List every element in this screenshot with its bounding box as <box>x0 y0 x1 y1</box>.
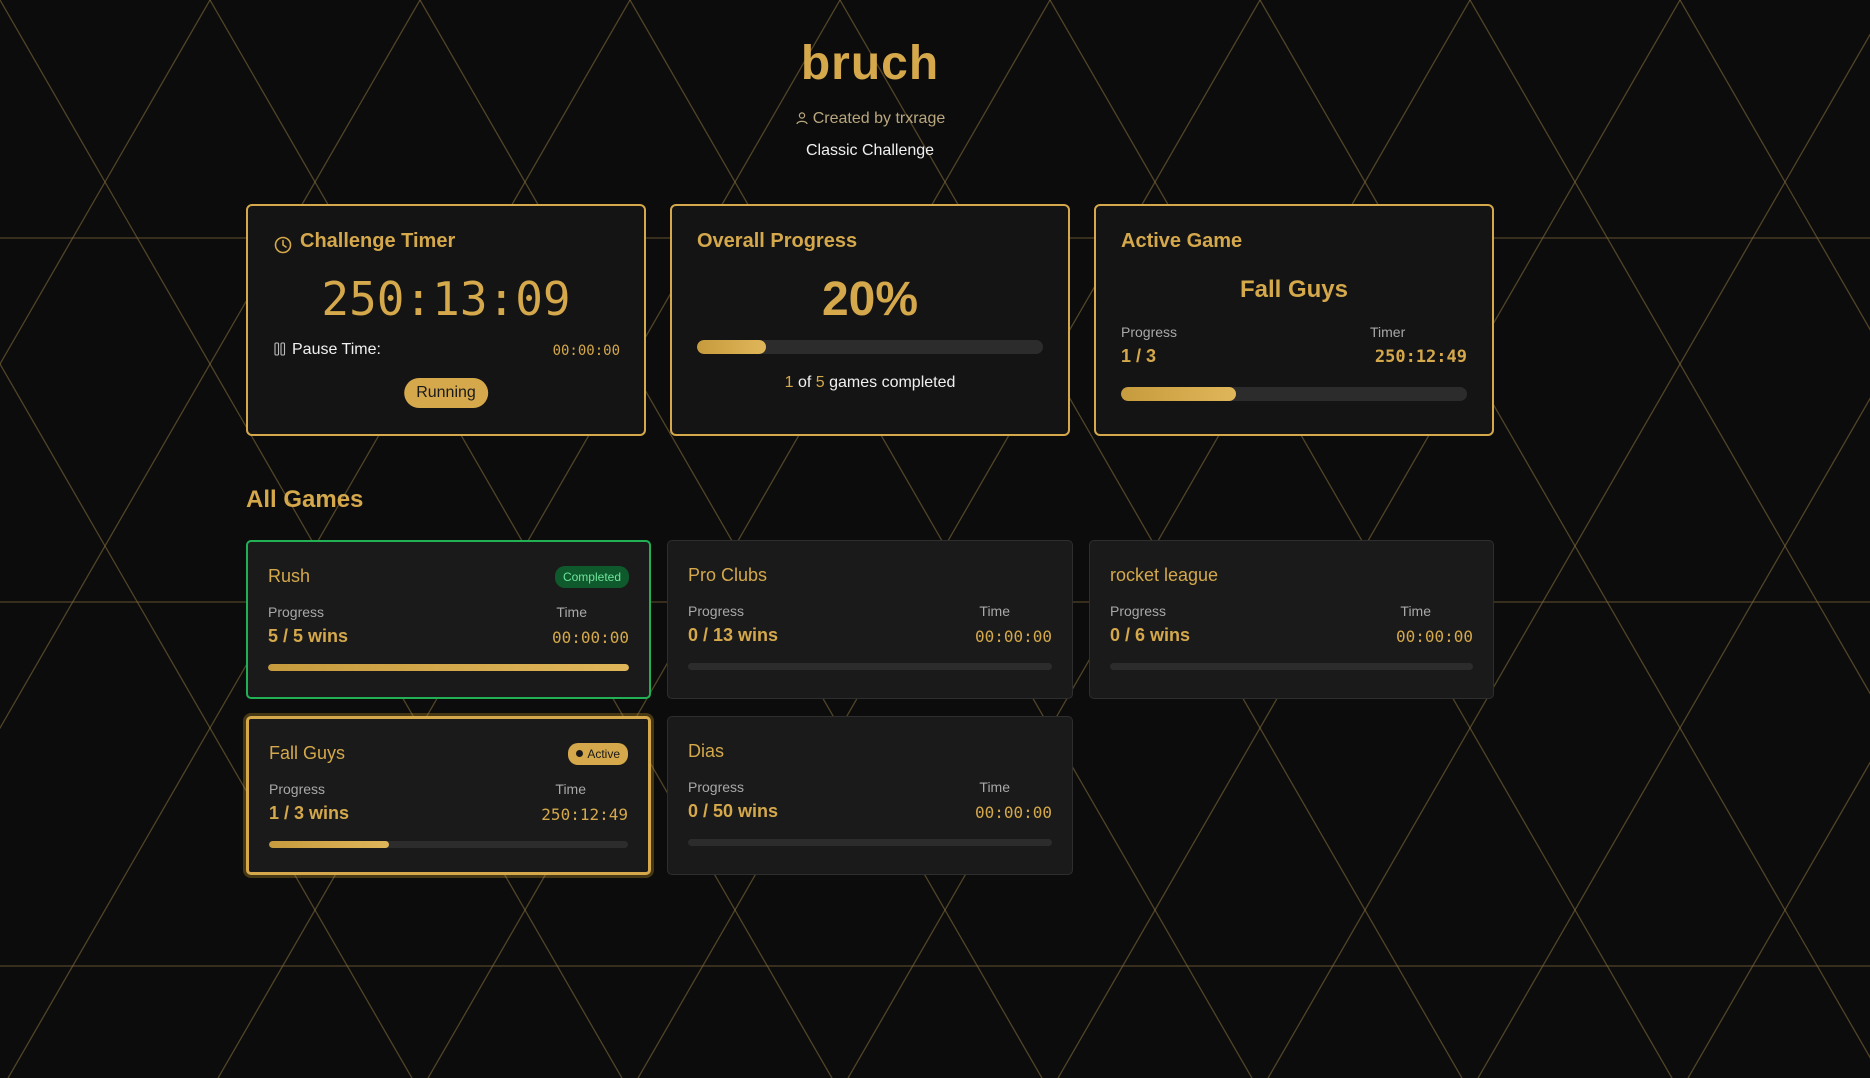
challenge-timer-title: Challenge Timer <box>300 230 456 252</box>
game-card[interactable]: rocket league Progress 0 / 6 wins Time 00:00… <box>1089 540 1494 699</box>
creator-text: Created by trxrage <box>812 110 946 127</box>
overall-progress-fill <box>697 340 767 354</box>
overall-progress-bar <box>697 340 1043 354</box>
active-game-progress-label: Progress <box>1121 324 1178 340</box>
game-time-value: 250:12:49 <box>541 805 628 824</box>
overall-progress-percent: 20% <box>821 273 919 326</box>
all-games-heading: All Games <box>246 486 364 513</box>
game-progress-bar <box>688 663 1052 670</box>
active-game-progress-value: 1 / 3 <box>1121 346 1157 366</box>
game-progress-bar <box>1110 663 1473 670</box>
game-progress-label: Progress <box>688 603 745 619</box>
pause-time-value: 00:00:00 <box>552 343 620 359</box>
game-time-value: 00:00:00 <box>974 627 1052 646</box>
game-progress-value: 0 / 13 wins <box>688 625 779 645</box>
completed-badge: Completed <box>554 566 629 588</box>
active-game-title: Active Game <box>1121 230 1243 252</box>
game-progress-value: 0 / 50 wins <box>688 801 779 821</box>
challenge-timer-value: 250:13:09 <box>321 272 571 326</box>
active-game-card: Active Game Fall Guys Progress 1 / 3 Tim… <box>1094 204 1494 436</box>
overall-progress-title: Overall Progress <box>697 230 858 252</box>
user-icon <box>796 112 808 125</box>
active-game-progress-bar <box>1121 387 1467 401</box>
game-card[interactable]: Dias Progress 0 / 50 wins Time 00:00:00 <box>667 716 1073 875</box>
overall-progress-card: Overall Progress 20% 1 of 5 games comple… <box>670 204 1070 436</box>
active-game-name: Fall Guys <box>1239 276 1349 303</box>
timer-status-button[interactable]: Running <box>404 378 488 408</box>
game-time-label: Time <box>555 781 586 797</box>
game-time-value: 00:00:00 <box>1395 627 1473 646</box>
active-dot-icon <box>576 750 584 757</box>
active-game-timer-value: 250:12:49 <box>1374 347 1467 367</box>
game-progress-fill <box>269 841 389 848</box>
game-name: Pro Clubs <box>688 565 768 585</box>
game-progress-fill <box>268 664 629 671</box>
page-title: bruch <box>800 37 940 90</box>
challenge-timer-card: Challenge Timer 250:13:09 Pause Time: 00… <box>246 204 646 436</box>
game-card[interactable]: Rush Completed Progress 5 / 5 wins Time 00:00… <box>246 540 651 699</box>
game-name: Fall Guys <box>269 743 346 763</box>
game-name: rocket league <box>1110 565 1219 585</box>
game-card[interactable]: Fall Guys Active Progress 1 / 3 wins Time 250… <box>246 716 651 875</box>
active-game-progress-fill <box>1121 387 1237 401</box>
background-pattern <box>0 0 1870 1078</box>
game-time-value: 00:00:00 <box>551 628 629 647</box>
game-time-label: Time <box>556 604 587 620</box>
games-completed-count: 1 <box>784 374 794 391</box>
game-card[interactable]: Pro Clubs Progress 0 / 13 wins Time 00:00:00 <box>667 540 1073 699</box>
games-total-count: 5 <box>815 374 825 391</box>
pause-icon <box>274 342 286 356</box>
pause-time-row: Pause Time: 00:00:00 <box>274 341 620 359</box>
game-time-label: Time <box>979 603 1010 619</box>
pause-time-label: Pause Time: <box>292 341 381 358</box>
clock-icon <box>274 236 292 254</box>
games-completed-text: 1 of 5 games completed <box>672 374 1068 392</box>
game-progress-value: 5 / 5 wins <box>268 626 349 646</box>
active-badge: Active <box>568 743 628 765</box>
game-name: Rush <box>268 566 311 586</box>
creator-line: Created by trxrage <box>0 110 1740 128</box>
game-time-label: Time <box>979 779 1010 795</box>
game-progress-label: Progress <box>1110 603 1167 619</box>
challenge-type: Classic Challenge <box>805 142 935 159</box>
game-time-value: 00:00:00 <box>974 803 1052 822</box>
game-progress-bar <box>688 839 1052 846</box>
game-progress-bar <box>269 841 628 848</box>
games-completed-suffix: games completed <box>829 374 956 391</box>
active-game-timer-label: Timer <box>1370 324 1406 340</box>
active-badge-label: Active <box>587 747 620 761</box>
game-progress-value: 1 / 3 wins <box>269 803 350 823</box>
game-name: Dias <box>688 741 725 761</box>
games-of-text: of <box>797 374 812 391</box>
game-progress-label: Progress <box>269 781 326 797</box>
game-time-label: Time <box>1400 603 1431 619</box>
game-progress-label: Progress <box>688 779 745 795</box>
game-progress-label: Progress <box>268 604 325 620</box>
game-progress-value: 0 / 6 wins <box>1110 625 1191 645</box>
game-progress-bar <box>268 664 629 671</box>
